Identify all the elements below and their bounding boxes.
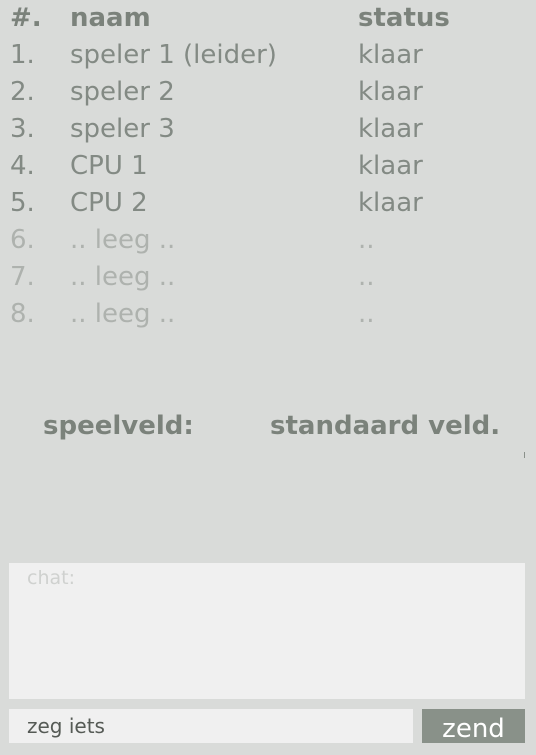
player-row[interactable]: 1. speler 1 (leider) klaar (0, 37, 536, 74)
player-number: 1. (10, 40, 35, 70)
player-name: CPU 1 (70, 151, 148, 181)
player-row[interactable]: 5. CPU 2 klaar (0, 185, 536, 222)
player-name: speler 3 (70, 114, 175, 144)
slot-status: .. (358, 225, 375, 255)
empty-slot-row[interactable]: 8. .. leeg .. .. (0, 296, 536, 333)
field-selector[interactable]: speelveld: standaard veld. (0, 408, 536, 444)
player-status: klaar (358, 77, 423, 107)
empty-slot-row[interactable]: 6. .. leeg .. .. (0, 222, 536, 259)
player-number: 4. (10, 151, 35, 181)
player-row[interactable]: 2. speler 2 klaar (0, 74, 536, 111)
player-number: 2. (10, 77, 35, 107)
player-row[interactable]: 4. CPU 1 klaar (0, 148, 536, 185)
player-name: speler 1 (leider) (70, 40, 277, 70)
header-status: status (358, 3, 450, 33)
slot-status: .. (358, 299, 375, 329)
chat-input[interactable] (9, 709, 413, 743)
player-table: #. naam status 1. speler 1 (leider) klaa… (0, 0, 536, 333)
player-status: klaar (358, 40, 423, 70)
player-row[interactable]: 3. speler 3 klaar (0, 111, 536, 148)
header-name: naam (70, 3, 151, 33)
field-label: speelveld: (43, 411, 194, 441)
player-name: speler 2 (70, 77, 175, 107)
field-value: standaard veld. (270, 411, 501, 441)
slot-name: .. leeg .. (70, 225, 176, 255)
empty-slot-row[interactable]: 7. .. leeg .. .. (0, 259, 536, 296)
player-status: klaar (358, 151, 423, 181)
slot-number: 6. (10, 225, 35, 255)
table-header: #. naam status (0, 0, 536, 37)
player-status: klaar (358, 188, 423, 218)
player-number: 3. (10, 114, 35, 144)
player-name: CPU 2 (70, 188, 148, 218)
slot-name: .. leeg .. (70, 262, 176, 292)
header-number: #. (10, 3, 42, 33)
player-number: 5. (10, 188, 35, 218)
slot-number: 8. (10, 299, 35, 329)
slot-number: 7. (10, 262, 35, 292)
slot-status: .. (358, 262, 375, 292)
chat-log[interactable]: chat: (9, 563, 525, 699)
divider-tick (524, 452, 525, 458)
chat-label: chat: (27, 567, 75, 589)
slot-name: .. leeg .. (70, 299, 176, 329)
send-button[interactable]: zend (422, 709, 525, 744)
player-status: klaar (358, 114, 423, 144)
